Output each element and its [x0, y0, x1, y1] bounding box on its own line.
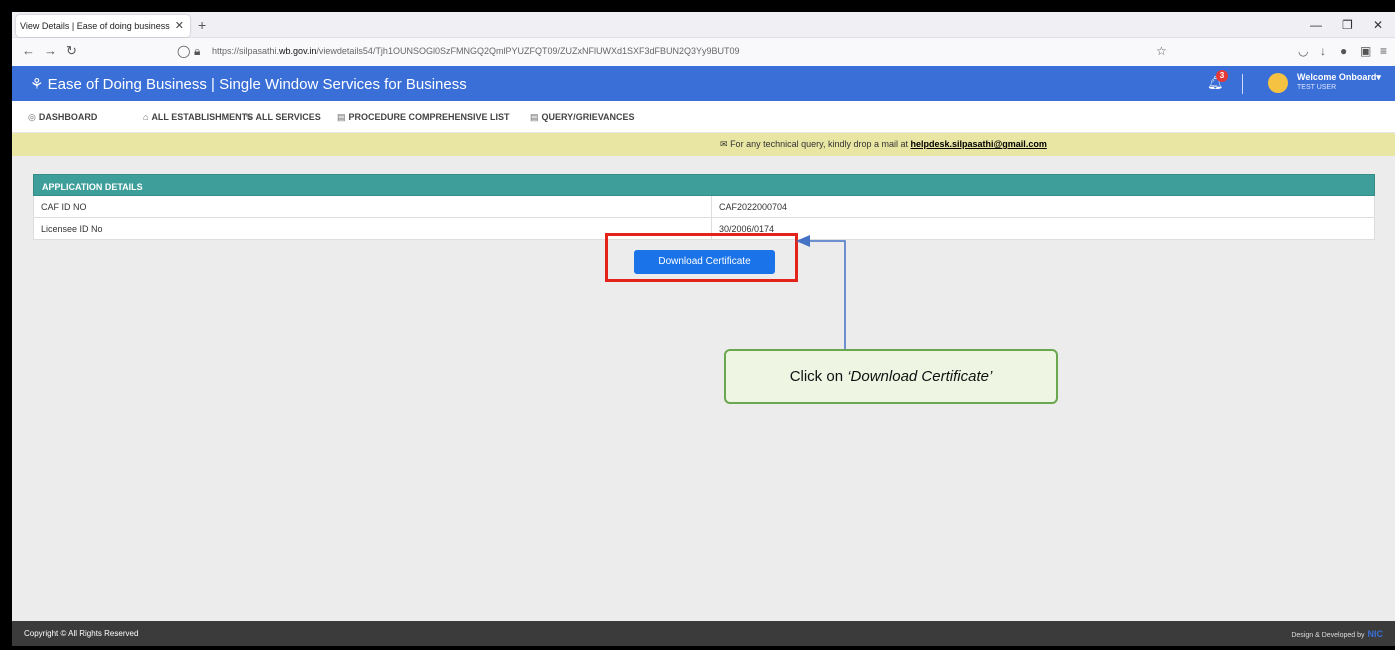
- screenshot: View Details | Ease of doing business ✕ …: [0, 0, 1395, 650]
- arrow-line: [808, 240, 846, 349]
- copyright-text: Copyright © All Rights Reserved: [24, 629, 139, 638]
- annotation-arrow: [796, 235, 846, 349]
- footer: Copyright © All Rights Reserved Design &…: [12, 621, 1395, 646]
- frame-border: [0, 0, 12, 650]
- instruction-callout: Click on ‘Download Certificate’: [724, 349, 1058, 404]
- arrow-head: [796, 235, 810, 247]
- credit-text: Design & Developed by: [1291, 632, 1365, 639]
- callout-emphasis: ‘Download Certificate’: [847, 368, 993, 385]
- developer-credit: Design & Developed by NIC: [1291, 629, 1383, 639]
- frame-border: [0, 646, 1395, 650]
- callout-prefix: Click on: [789, 368, 848, 385]
- nic-logo: NIC: [1367, 629, 1384, 639]
